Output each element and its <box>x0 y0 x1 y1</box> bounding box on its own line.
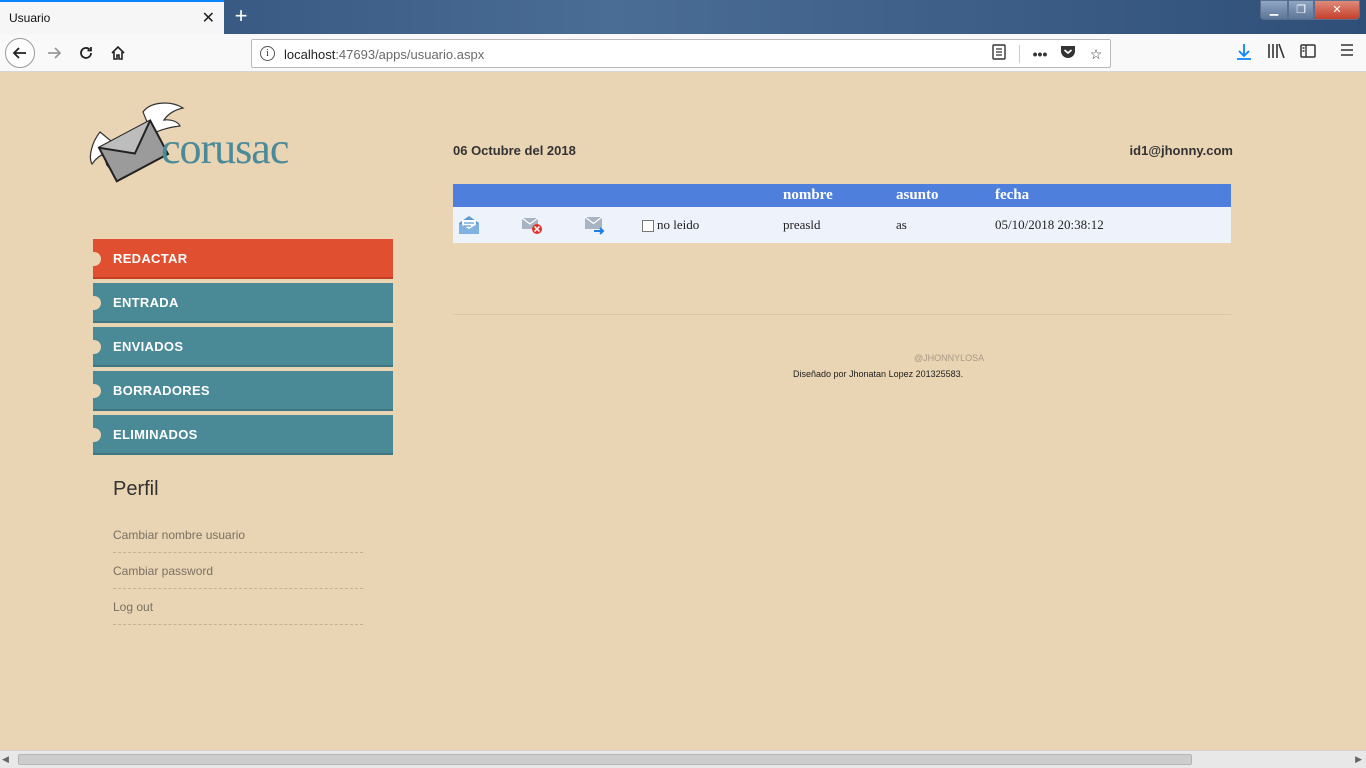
col-header-forward <box>579 184 642 207</box>
home-button[interactable] <box>104 39 132 67</box>
nav-item-borradores[interactable]: BORRADORES <box>87 371 393 411</box>
fecha-cell: 05/10/2018 20:38:12 <box>993 207 1231 243</box>
new-tab-button[interactable]: + <box>228 3 254 29</box>
sidebar-icon[interactable] <box>1297 43 1319 65</box>
scroll-right-icon[interactable]: ▶ <box>1355 754 1362 765</box>
col-header-asunto: asunto <box>894 184 993 207</box>
reader-view-icon[interactable] <box>989 44 1009 64</box>
delete-cell <box>516 207 579 243</box>
mail-table: nombre asunto fecha no leido preasld as … <box>453 184 1231 243</box>
back-button[interactable] <box>5 38 35 68</box>
info-icon[interactable]: i <box>260 46 275 61</box>
col-header-fecha: fecha <box>993 184 1231 207</box>
perfil-heading: Perfil <box>113 478 159 500</box>
change-username-link[interactable]: Cambiar nombre usuario <box>113 517 363 553</box>
scroll-left-icon[interactable]: ◀ <box>2 754 9 765</box>
current-date: 06 Octubre del 2018 <box>453 143 576 158</box>
open-mail-icon[interactable] <box>458 215 480 235</box>
forward-cell <box>579 207 642 243</box>
corusac-logo[interactable]: corusac <box>88 102 328 192</box>
browser-toolbar: i localhost:47693/apps/usuario.aspx ••• … <box>0 34 1366 72</box>
window-maximize-button[interactable]: ❐ <box>1288 0 1314 20</box>
url-separator <box>1019 45 1020 63</box>
pocket-icon[interactable] <box>1058 44 1078 64</box>
browser-tab[interactable]: Usuario ✕ <box>0 0 224 34</box>
back-icon <box>12 47 26 59</box>
nav-item-redactar[interactable]: REDACTAR <box>87 239 393 279</box>
download-icon[interactable] <box>1233 43 1255 65</box>
url-path: :47693/apps/usuario.aspx <box>335 47 485 62</box>
sidebar-nav: REDACTAR ENTRADA ENVIADOS BORRADORES ELI… <box>87 239 393 459</box>
read-status-label: no leido <box>657 217 700 232</box>
status-cell: no leido <box>642 207 781 243</box>
mail-table-header: nombre asunto fecha <box>453 184 1231 207</box>
table-row: no leido preasld as 05/10/2018 20:38:12 <box>453 207 1231 243</box>
delete-mail-icon[interactable] <box>521 215 543 235</box>
col-header-status <box>642 184 781 207</box>
hamburger-menu-icon[interactable] <box>1336 43 1358 65</box>
footer-handle: @JHONNYLOSA <box>914 353 985 363</box>
content-divider <box>453 314 1231 315</box>
col-header-delete <box>516 184 579 207</box>
forward-icon <box>48 47 62 59</box>
url-bar[interactable]: i localhost:47693/apps/usuario.aspx ••• … <box>251 39 1111 68</box>
col-header-nombre: nombre <box>781 184 894 207</box>
home-icon <box>111 45 125 60</box>
footer-credit: Diseñado por Jhonatan Lopez 201325583. <box>793 369 964 379</box>
nav-item-enviados[interactable]: ENVIADOS <box>87 327 393 367</box>
window-close-button[interactable]: ✕ <box>1314 0 1360 20</box>
horizontal-scrollbar[interactable]: ◀ ▶ <box>0 750 1366 768</box>
scrollbar-thumb[interactable] <box>18 754 1192 765</box>
open-cell <box>453 207 516 243</box>
read-status-checkbox[interactable] <box>642 220 654 233</box>
reload-button[interactable] <box>72 39 100 67</box>
forward-button[interactable] <box>40 39 68 67</box>
change-password-link[interactable]: Cambiar password <box>113 553 363 589</box>
logo-text: corusac <box>161 124 289 173</box>
browser-tab-bar: Usuario ✕ + ▁ ❐ ✕ <box>0 0 1366 34</box>
nombre-cell[interactable]: preasld <box>781 207 894 243</box>
window-minimize-button[interactable]: ▁ <box>1260 0 1288 20</box>
url-host: localhost <box>284 47 336 62</box>
bookmark-star-icon[interactable]: ☆ <box>1086 44 1106 64</box>
tab-close-icon[interactable]: ✕ <box>202 8 215 28</box>
logout-link[interactable]: Log out <box>113 589 363 625</box>
user-email: id1@jhonny.com <box>1129 143 1233 158</box>
forward-mail-icon[interactable] <box>584 215 606 235</box>
more-actions-icon[interactable]: ••• <box>1030 44 1050 64</box>
perfil-links: Cambiar nombre usuario Cambiar password … <box>113 517 363 625</box>
nav-item-eliminados[interactable]: ELIMINADOS <box>87 415 393 455</box>
asunto-cell[interactable]: as <box>894 207 993 243</box>
col-header-open <box>453 184 516 207</box>
tab-title: Usuario <box>9 11 51 25</box>
nav-item-entrada[interactable]: ENTRADA <box>87 283 393 323</box>
library-icon[interactable] <box>1265 43 1287 65</box>
reload-icon <box>80 47 92 59</box>
url-text[interactable]: localhost:47693/apps/usuario.aspx <box>284 47 484 62</box>
